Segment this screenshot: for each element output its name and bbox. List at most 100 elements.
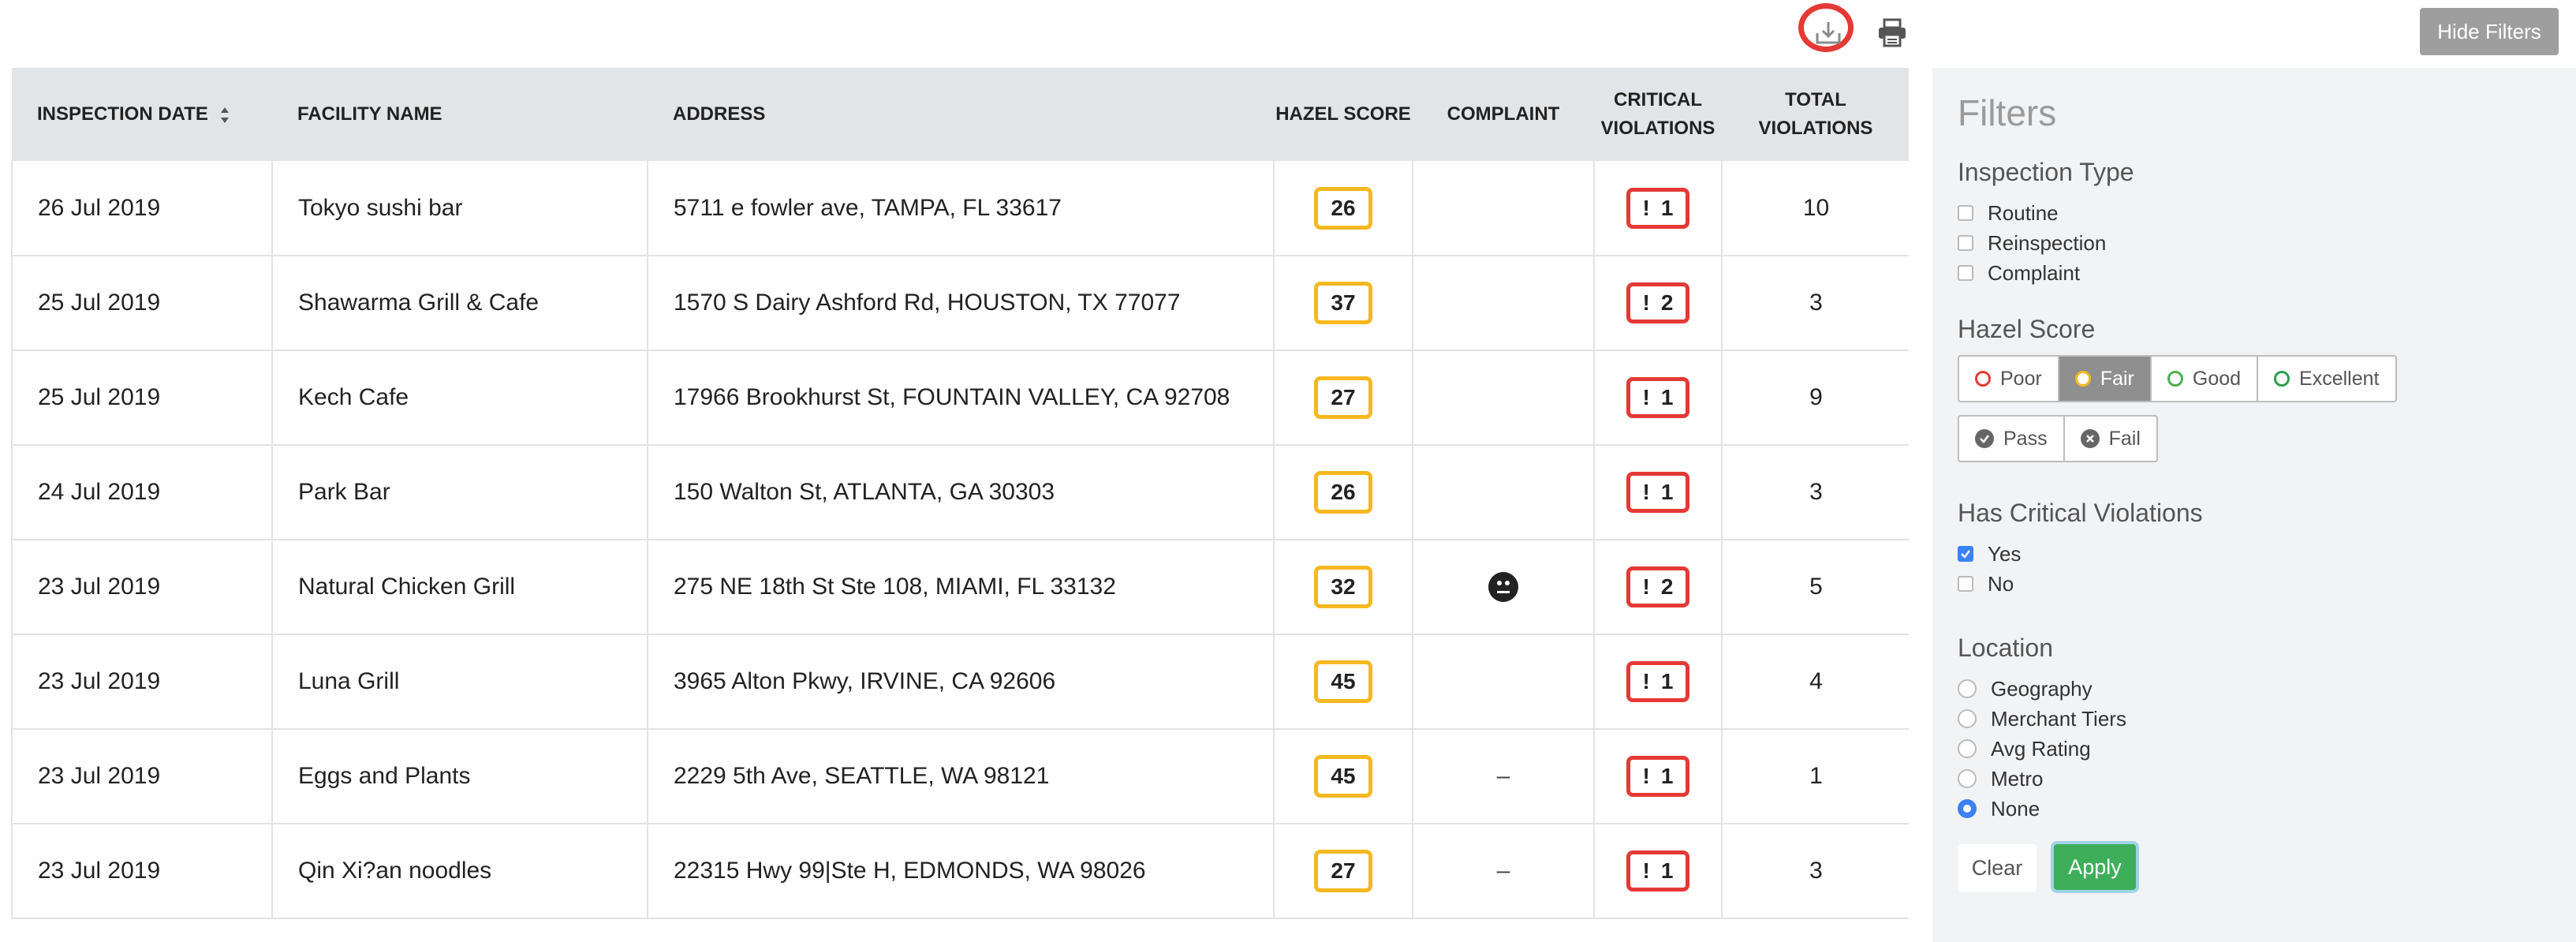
inspection-type-options: Routine Reinspection Complaint <box>1958 198 2576 288</box>
radio-button[interactable] <box>1958 739 1977 758</box>
cell-address: 275 NE 18th St Ste 108, MIAMI, FL 33132 <box>648 540 1275 634</box>
radio-label: None <box>1991 796 2040 821</box>
critical-count: 1 <box>1660 195 1674 220</box>
table-row[interactable]: 24 Jul 2019 Park Bar 150 Walton St, ATLANT… <box>11 445 1909 540</box>
checkbox[interactable] <box>1958 235 1973 251</box>
radio-option[interactable]: Geography <box>1958 674 2576 704</box>
cell-complaint: – <box>1413 824 1595 918</box>
sort-icon[interactable] <box>220 106 230 125</box>
checkbox[interactable] <box>1958 205 1973 221</box>
grade-option-poor[interactable]: Poor <box>1959 357 2059 401</box>
radio-button[interactable] <box>1958 709 1977 728</box>
hazel-score-badge: 45 <box>1314 660 1372 703</box>
neutral-face-icon <box>1488 572 1518 602</box>
result-label: Fail <box>2108 427 2141 450</box>
critical-violations-title: Has Critical Violations <box>1958 499 2203 527</box>
radio-option[interactable]: Merchant Tiers <box>1958 704 2576 734</box>
radio-option[interactable]: None <box>1958 794 2576 824</box>
radio-option[interactable]: Avg Rating <box>1958 734 2576 764</box>
hazel-score-badge: 26 <box>1314 186 1372 230</box>
radio-label: Metro <box>1991 766 2044 791</box>
header-inspection-date[interactable]: INSPECTION DATE <box>12 68 272 161</box>
print-button[interactable] <box>1874 16 1910 50</box>
cell-facility-name: Eggs and Plants <box>272 729 648 824</box>
cell-facility-name: Tokyo sushi bar <box>272 161 648 256</box>
table-header-row: INSPECTION DATE FACILITY NAME ADDRESS HA… <box>12 68 1909 161</box>
critical-violations-options: Yes No <box>1958 539 2576 599</box>
cell-facility-name: Shawarma Grill & Cafe <box>272 256 648 350</box>
cell-inspection-date: 24 Jul 2019 <box>11 445 273 540</box>
cell-critical-violations: ! 1 <box>1594 634 1723 729</box>
table-row[interactable]: 23 Jul 2019 Natural Chicken Grill 275 NE 1… <box>11 540 1909 634</box>
cell-total-violations: 4 <box>1809 668 1823 694</box>
alert-icon: ! <box>1642 480 1650 504</box>
header-complaint: COMPLAINT <box>1447 103 1560 125</box>
download-button[interactable] <box>1798 3 1858 62</box>
critical-violations-badge: ! 1 <box>1626 850 1689 892</box>
table-row[interactable]: 26 Jul 2019 Tokyo sushi bar 5711 e fowler … <box>11 161 1909 256</box>
cell-hazel-score: 45 <box>1274 634 1413 729</box>
checkbox-option[interactable]: Routine <box>1958 198 2576 228</box>
table-row[interactable]: 23 Jul 2019 Eggs and Plants 2229 5th Ave, … <box>11 729 1909 824</box>
checkbox[interactable] <box>1958 265 1973 281</box>
checkbox[interactable] <box>1958 576 1973 592</box>
header-label-line: VIOLATIONS <box>1600 118 1715 139</box>
cell-total-violations: 9 <box>1809 384 1823 410</box>
hazel-grade-selector: Poor Fair Good Excellent <box>1958 355 2397 402</box>
header-label-line: TOTAL <box>1785 89 1846 110</box>
apply-button[interactable]: Apply <box>2054 844 2136 890</box>
result-option-fail[interactable]: Fail <box>2065 417 2156 461</box>
table-row[interactable]: 23 Jul 2019 Luna Grill 3965 Alton Pkwy, IR… <box>11 634 1909 729</box>
checkbox-option[interactable]: Reinspection <box>1958 228 2576 258</box>
checkbox-label: Routine <box>1988 200 2059 225</box>
radio-label: Avg Rating <box>1991 736 2091 761</box>
cell-complaint <box>1413 350 1595 445</box>
grade-option-excellent[interactable]: Excellent <box>2258 357 2395 401</box>
grade-option-good[interactable]: Good <box>2152 357 2259 401</box>
checkbox-option[interactable]: Complaint <box>1958 258 2576 288</box>
cell-complaint: – <box>1413 729 1595 824</box>
checkbox-label: Yes <box>1988 541 2022 566</box>
radio-button[interactable] <box>1958 799 1977 818</box>
cell-facility-name: Park Bar <box>272 445 648 540</box>
cell-hazel-score: 27 <box>1274 350 1413 445</box>
cell-facility-name: Natural Chicken Grill <box>272 540 648 634</box>
alert-icon: ! <box>1642 574 1650 599</box>
critical-count: 1 <box>1660 480 1674 504</box>
cell-address: 22315 Hwy 99|Ste H, EDMONDS, WA 98026 <box>648 824 1275 918</box>
radio-option[interactable]: Metro <box>1958 764 2576 794</box>
hide-filters-button[interactable]: Hide Filters <box>2420 8 2559 55</box>
cell-inspection-date: 23 Jul 2019 <box>11 540 273 634</box>
table-row[interactable]: 23 Jul 2019 Qin Xi?an noodles 22315 Hwy 99… <box>11 824 1909 918</box>
radio-button[interactable] <box>1958 769 1977 788</box>
result-option-pass[interactable]: Pass <box>1959 417 2065 461</box>
grade-label: Good <box>2192 367 2242 390</box>
grade-circle-icon <box>1975 371 1991 387</box>
grade-option-fair[interactable]: Fair <box>2059 357 2152 401</box>
alert-icon: ! <box>1642 290 1650 315</box>
header-hazel-score: HAZEL SCORE <box>1275 103 1411 125</box>
checkbox-option[interactable]: No <box>1958 569 2576 599</box>
hazel-score-badge: 27 <box>1314 376 1372 419</box>
critical-violations-badge: ! 2 <box>1626 566 1689 607</box>
result-label: Pass <box>2003 427 2048 450</box>
table-row[interactable]: 25 Jul 2019 Kech Cafe 17966 Brookhurst St,… <box>11 350 1909 445</box>
cell-address: 150 Walton St, ATLANTA, GA 30303 <box>648 445 1275 540</box>
check-circle-icon <box>1975 429 1994 448</box>
cell-complaint <box>1413 634 1595 729</box>
header-facility-name: FACILITY NAME <box>297 103 442 125</box>
hazel-score-badge: 37 <box>1314 282 1372 324</box>
alert-icon: ! <box>1642 195 1650 220</box>
radio-button[interactable] <box>1958 679 1977 698</box>
grade-label: Fair <box>2100 367 2134 390</box>
cell-address: 5711 e fowler ave, TAMPA, FL 33617 <box>648 161 1275 256</box>
cell-hazel-score: 26 <box>1274 445 1413 540</box>
cell-facility-name: Luna Grill <box>272 634 648 729</box>
table-row[interactable]: 25 Jul 2019 Shawarma Grill & Cafe 1570 S D… <box>11 256 1909 350</box>
clear-button[interactable]: Clear <box>1958 844 2037 892</box>
cell-hazel-score: 45 <box>1274 729 1413 824</box>
checkbox-option[interactable]: Yes <box>1958 539 2576 569</box>
checkbox[interactable] <box>1958 546 1973 562</box>
cell-inspection-date: 23 Jul 2019 <box>11 824 273 918</box>
filters-panel: Filters Inspection Type Routine Reinspect… <box>1932 68 2576 942</box>
